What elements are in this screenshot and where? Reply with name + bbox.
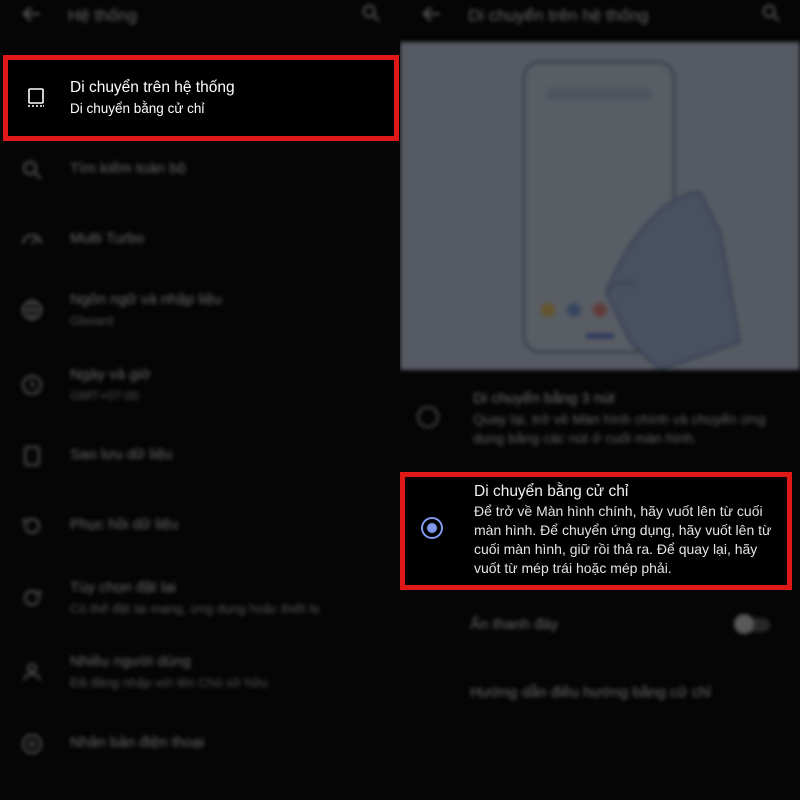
clone-icon <box>22 734 42 754</box>
item-title: Tìm kiếm toàn bộ <box>70 160 186 177</box>
option-title: Di chuyển bằng cử chỉ <box>474 483 629 500</box>
back-arrow-icon[interactable] <box>420 2 444 26</box>
settings-item-restore[interactable]: Phục hồi dữ liệu <box>0 496 400 556</box>
option-gesture-navigation[interactable]: Di chuyển bằng cử chỉ Để trở về Màn hình… <box>405 477 787 585</box>
search-icon <box>23 161 42 180</box>
back-arrow-icon[interactable] <box>20 2 44 26</box>
tutorial-label: Hướng dẫn điều hướng bằng cử chỉ <box>470 684 711 701</box>
navigation-icon <box>28 88 44 107</box>
settings-item-search[interactable]: Tìm kiếm toàn bộ <box>0 140 400 200</box>
item-subtitle: Đã đăng nhập với tên Chủ sở hữu <box>70 675 268 690</box>
clock-icon <box>22 375 42 395</box>
radio-3-button[interactable] <box>417 406 439 428</box>
item-subtitle: GMT+07:00 <box>70 388 140 403</box>
item-title: Phục hồi dữ liệu <box>70 516 179 533</box>
item-title: Nhân bản điện thoại <box>70 734 205 751</box>
search-icon[interactable] <box>760 2 782 24</box>
item-title: Ngôn ngữ và nhập liệu <box>70 291 222 308</box>
highlight-box-system-navigation: Di chuyển trên hệ thống Di chuyển bằng c… <box>3 55 399 141</box>
settings-item-language[interactable]: Ngôn ngữ và nhập liệu Gboard <box>0 280 400 340</box>
hide-bar-label: Ẩn thanh đáy <box>470 616 559 633</box>
turbo-icon <box>22 234 42 245</box>
restore-icon <box>23 517 40 534</box>
right-app-bar: Di chuyển trên hệ thống <box>400 0 800 32</box>
settings-item-datetime[interactable]: Ngày và giờ GMT+07:00 <box>0 355 400 415</box>
item-title: Nhiều người dùng <box>70 653 191 670</box>
item-subtitle: Gboard <box>70 313 114 328</box>
reset-icon <box>24 589 41 606</box>
gesture-illustration <box>400 42 800 372</box>
page-title: Hệ thống <box>68 6 137 25</box>
right-navigation-pane: Di chuyển trên hệ thống Di chuyển bằng 3… <box>400 0 800 800</box>
backup-icon <box>24 446 40 466</box>
settings-item-users[interactable]: Nhiều người dùng Đã đăng nhập với tên Ch… <box>0 642 400 702</box>
item-title: Tùy chọn đặt lại <box>70 579 176 596</box>
settings-item-reset[interactable]: Tùy chọn đặt lại Có thể đặt lại mạng, ứn… <box>0 568 400 628</box>
radio-gesture-selected[interactable] <box>421 517 443 539</box>
settings-item-backup[interactable]: Sao lưu dữ liệu <box>0 426 400 486</box>
item-subtitle: Có thể đặt lại mạng, ứng dụng hoặc thiết… <box>70 601 320 616</box>
item-title: Ngày và giờ <box>70 366 151 383</box>
settings-item-system-navigation[interactable]: Di chuyển trên hệ thống Di chuyển bằng c… <box>8 60 394 136</box>
user-icon <box>23 663 41 681</box>
item-title: Sao lưu dữ liệu <box>70 446 173 463</box>
phone-hand-illustration <box>522 60 742 372</box>
settings-item-multi-turbo[interactable]: Multi Turbo <box>0 210 400 270</box>
highlight-box-gesture-option: Di chuyển bằng cử chỉ Để trở về Màn hình… <box>400 472 792 590</box>
item-title: Di chuyển trên hệ thống <box>70 79 235 96</box>
settings-item-clone[interactable]: Nhân bản điện thoại <box>0 714 400 774</box>
option-title: Di chuyển bằng 3 nút <box>473 390 615 407</box>
left-app-bar: Hệ thống <box>0 0 400 32</box>
page-title: Di chuyển trên hệ thống <box>468 6 649 25</box>
option-description: Để trở về Màn hình chính, hãy vuốt lên t… <box>474 503 772 576</box>
globe-icon <box>22 300 42 320</box>
option-description: Quay lại, trở về Màn hình chính và chuyể… <box>473 411 766 446</box>
toggle-knob <box>734 614 754 634</box>
left-settings-pane: Hệ thống Tìm kiếm toàn bộ Multi Turbo Ng… <box>0 0 400 800</box>
search-icon[interactable] <box>360 2 382 24</box>
item-subtitle: Di chuyển bằng cử chỉ <box>70 101 205 116</box>
item-title: Multi Turbo <box>70 230 145 247</box>
